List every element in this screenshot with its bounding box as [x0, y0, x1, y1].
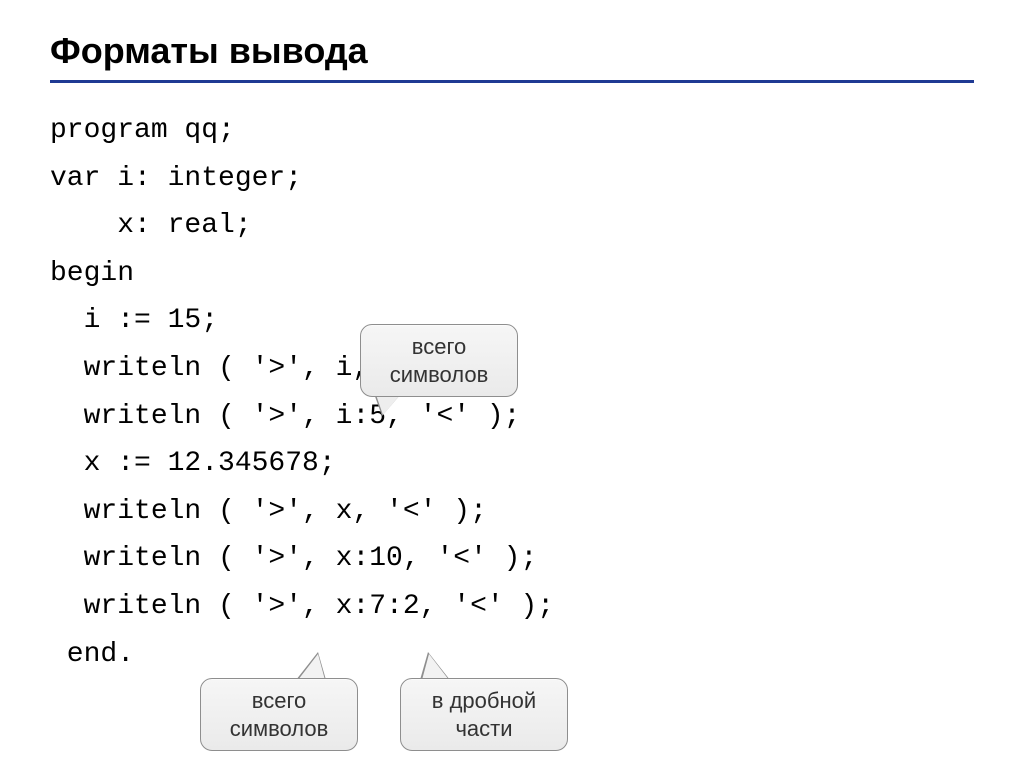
- callout-total-chars-top: всего символов: [360, 324, 518, 397]
- slide: Форматы вывода program qq; var i: intege…: [0, 0, 1024, 767]
- code-line: end.: [50, 639, 134, 670]
- code-line: x := 12.345678;: [50, 448, 336, 479]
- title-rule: [50, 80, 974, 83]
- code-line: i := 15;: [50, 305, 218, 336]
- callout-fractional: в дробной части: [400, 678, 568, 751]
- code-line: writeln ( '>', x:10, '<' );: [50, 543, 537, 574]
- code-line: writeln ( '>', i, ': [50, 353, 403, 384]
- code-line: writeln ( '>', i:5, '<' );: [50, 401, 520, 432]
- code-line: writeln ( '>', x:7:2, '<' );: [50, 591, 554, 622]
- code-line: program qq;: [50, 115, 235, 146]
- callout-tail: [420, 652, 450, 680]
- callout-tail: [296, 652, 326, 680]
- slide-title: Форматы вывода: [50, 30, 974, 72]
- code-line: writeln ( '>', x, '<' );: [50, 496, 487, 527]
- callout-total-chars-bottom: всего символов: [200, 678, 358, 751]
- code-line: x: real;: [50, 210, 252, 241]
- code-line: begin: [50, 258, 134, 289]
- code-line: var i: integer;: [50, 163, 302, 194]
